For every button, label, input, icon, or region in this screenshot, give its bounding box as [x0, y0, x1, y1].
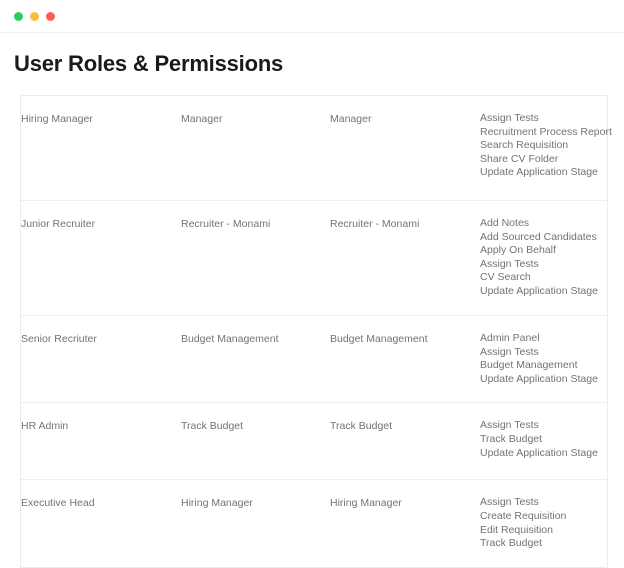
permission-item: Assign Tests: [480, 257, 539, 270]
table-row: Junior Recruiter Recruiter - Monami Recrui…: [21, 200, 607, 316]
reports-to-cell: Hiring Manager: [181, 497, 253, 510]
permission-item: Share CV Folder: [480, 152, 559, 165]
permission-item: Add Sourced Candidates: [480, 230, 597, 243]
manager-cell: Manager: [330, 113, 372, 125]
manager-cell: Track Budget: [330, 420, 393, 433]
role-name-cell: Senior Recriuter: [21, 333, 97, 345]
permission-item: Track Budget: [480, 432, 543, 445]
roles-table: Hiring Manager Manager Manager Assign Tests…: [21, 96, 612, 567]
permission-item: Update Application Stage: [480, 372, 598, 385]
window-titlebar: [0, 0, 624, 33]
permission-item: Create Requisition: [480, 509, 567, 522]
permission-item: Budget Management: [480, 359, 578, 372]
reports-to-cell: Budget Management: [181, 333, 279, 345]
table-row: Senior Recriuter Budget Management Budget …: [21, 315, 607, 403]
close-dot[interactable]: [14, 11, 23, 21]
maximize-dot[interactable]: [46, 11, 55, 21]
permission-list: Admin Panel Assign Tests Budget Management…: [480, 332, 607, 386]
manager-cell: Hiring Manager: [330, 497, 402, 510]
permission-item: Add Notes: [480, 217, 530, 229]
manager-cell: Recruiter - Monami: [330, 218, 420, 230]
manager-cell: Budget Management: [330, 333, 428, 345]
reports-to-cell: Recruiter - Monami: [181, 218, 271, 230]
permissions-cell: Add Notes Add Sourced Candidates Apply On …: [480, 201, 607, 316]
reports-to-cell: Manager: [181, 113, 223, 125]
permission-item: Search Requisition: [480, 139, 569, 152]
permission-list: Assign Tests Create Requisition Edit Requi…: [480, 496, 607, 550]
permission-item: Update Application Stage: [480, 446, 598, 459]
permission-list: Add Notes Add Sourced Candidates Apply On …: [480, 217, 607, 299]
permission-item: Apply On Behalf: [480, 244, 556, 257]
table-row: Executive Head Hiring Manager Hiring Manag…: [21, 479, 607, 567]
roles-table-container: Hiring Manager Manager Manager Assign Tests…: [20, 95, 612, 568]
page-title: User Roles & Permissions: [14, 51, 284, 76]
permission-item: Admin Panel: [480, 332, 540, 344]
permissions-cell: Assign Tests Create Requisition Edit Requi…: [480, 480, 607, 567]
permission-item: Update Application Stage: [480, 284, 598, 297]
permission-list: Assign Tests Recruitment Process Report Se…: [480, 112, 612, 180]
role-name-cell: HR Admin: [21, 420, 69, 433]
role-name-cell: Executive Head: [21, 497, 95, 510]
table-row: HR Admin Track Budget Track Budget Assign T…: [21, 402, 607, 480]
roles-table-body: Hiring Manager Manager Manager Assign Tests…: [21, 96, 612, 567]
permission-item: Assign Tests: [480, 419, 539, 432]
permission-item: Update Application Stage: [480, 166, 598, 179]
reports-to-cell: Track Budget: [181, 420, 244, 433]
permission-list: Assign Tests Track Budget Update Applicati…: [480, 419, 607, 460]
permission-item: Recruitment Process Report: [480, 125, 612, 138]
permissions-cell: Assign Tests Track Budget Update Applicati…: [480, 403, 607, 480]
permission-item: Edit Requisition: [480, 523, 553, 536]
permissions-cell: Admin Panel Assign Tests Budget Management…: [480, 316, 607, 403]
permission-item: Assign Tests: [480, 496, 539, 509]
permission-item: Track Budget: [480, 537, 543, 550]
permissions-cell: Assign Tests Recruitment Process Report Se…: [480, 96, 612, 201]
permission-item: CV Search: [480, 271, 531, 284]
table-row: Hiring Manager Manager Manager Assign Tests…: [21, 96, 612, 201]
permission-item: Assign Tests: [480, 112, 539, 124]
role-name-cell: Junior Recruiter: [21, 218, 96, 230]
permission-item: Assign Tests: [480, 345, 539, 358]
window-controls: [14, 11, 55, 21]
role-name-cell: Hiring Manager: [21, 113, 93, 125]
minimize-dot[interactable]: [30, 11, 39, 21]
